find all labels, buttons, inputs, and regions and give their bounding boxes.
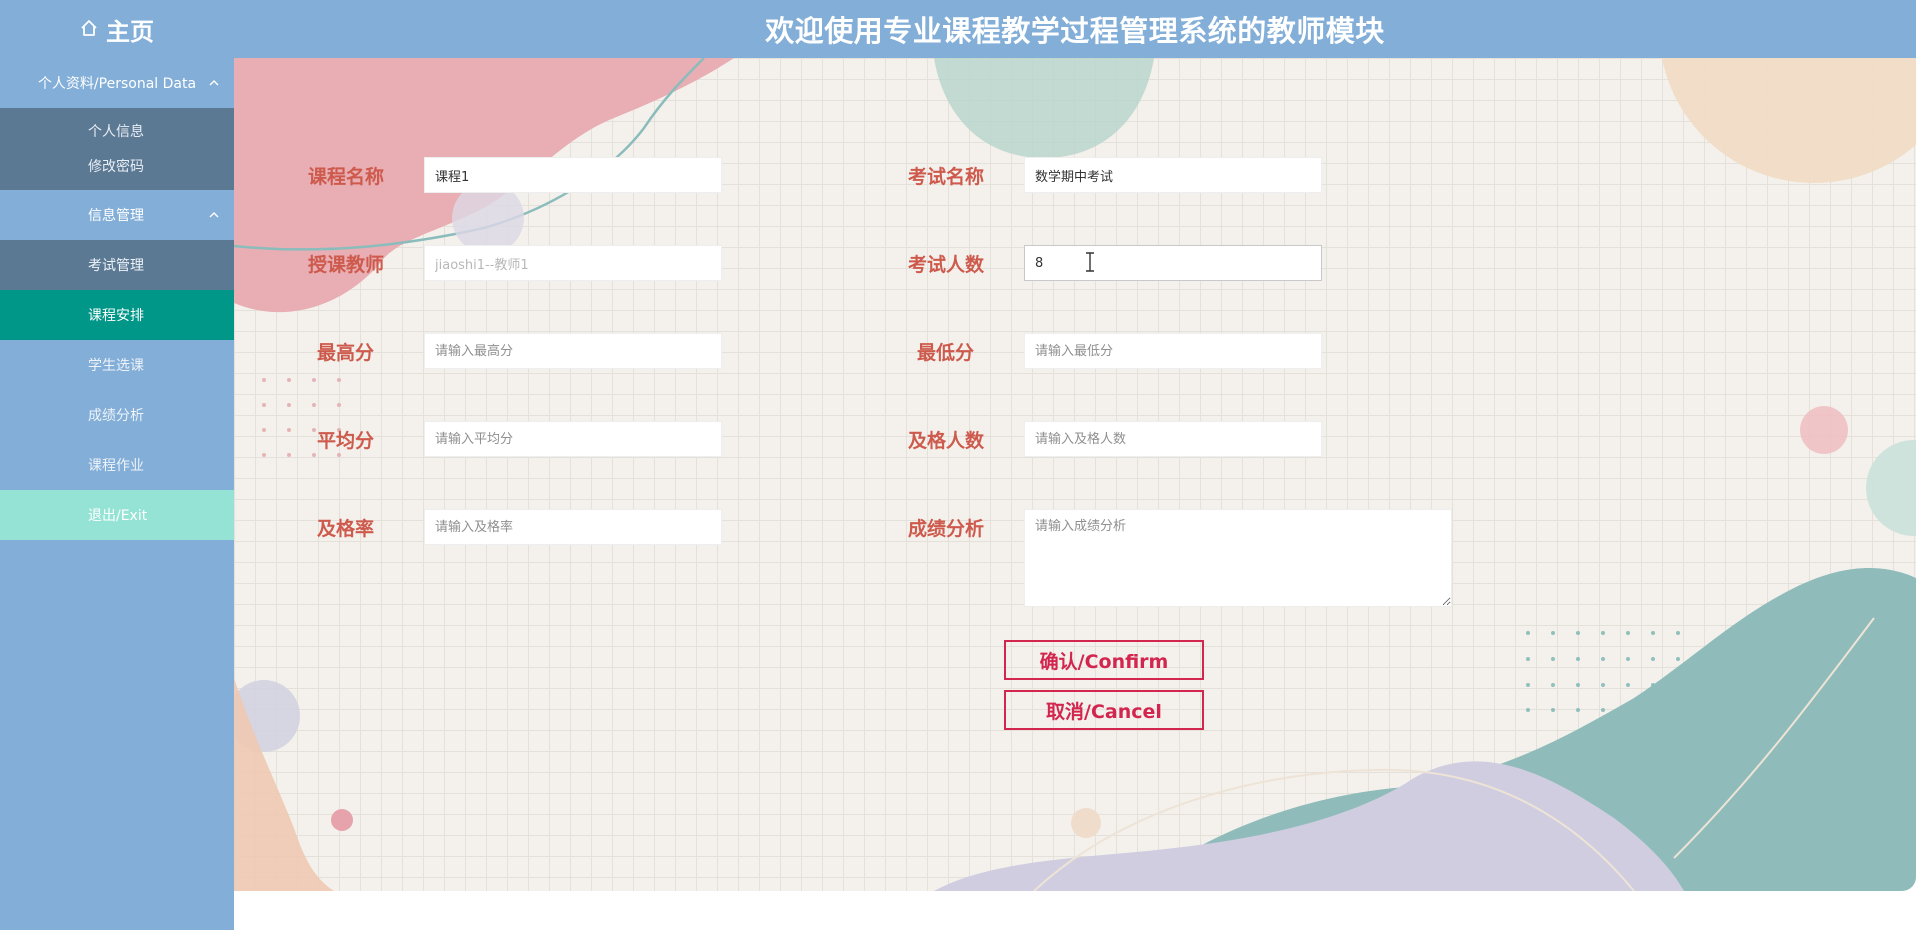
home-label: 主页 [106,17,154,46]
sidebar-item-course-homework[interactable]: 课程作业 [0,440,234,490]
sidebar-item-change-password[interactable]: 修改密码 [0,148,234,190]
pass-rate-input[interactable] [424,509,722,545]
exam-name-input[interactable] [1024,157,1322,193]
top-header: 主页 欢迎使用专业课程教学过程管理系统的教师模块 [0,0,1916,58]
chevron-up-icon [209,80,219,86]
course-name-label: 课程名称 [307,165,384,188]
sidebar-item-label: 修改密码 [88,159,144,175]
course-name-input[interactable] [424,157,722,193]
sidebar-item-label: 学生选课 [88,358,144,374]
analysis-textarea[interactable] [1024,509,1452,607]
min-score-label: 最低分 [916,341,974,364]
sidebar: 个人资料/Personal Data 个人信息 修改密码 信息管理 考试管理 课… [0,58,234,930]
sidebar-item-score-analysis[interactable]: 成绩分析 [0,390,234,440]
avg-score-input[interactable] [424,421,722,457]
sidebar-group-label: 信息管理 [88,208,144,224]
exam-count-input[interactable] [1024,245,1322,281]
sidebar-item-profile[interactable]: 个人信息 [0,108,234,148]
sidebar-item-label: 考试管理 [88,258,144,274]
pass-count-input[interactable] [1024,421,1322,457]
analysis-label: 成绩分析 [907,517,984,540]
max-score-input[interactable] [424,333,722,369]
sidebar-item-label: 个人信息 [88,124,144,140]
cancel-button[interactable]: 取消/Cancel [1004,690,1204,730]
page-title: 欢迎使用专业课程教学过程管理系统的教师模块 [765,14,1385,48]
sidebar-submenu-personal: 个人信息 修改密码 [0,108,234,190]
teacher-label: 授课教师 [307,253,384,276]
sidebar-item-course-selection[interactable]: 学生选课 [0,340,234,390]
sidebar-item-label: 退出/Exit [88,508,148,524]
pass-rate-label: 及格率 [316,517,374,540]
home-icon [80,19,100,39]
exam-form: 课程名称 考试名称 授课教师 考试人数 最高分 最低分 平均分 及格人数 及格率… [234,58,1916,891]
pass-count-label: 及格人数 [907,429,984,452]
text-cursor-icon [1086,252,1094,272]
sidebar-item-label: 成绩分析 [88,408,144,424]
chevron-up-icon [209,212,219,218]
home-link[interactable]: 主页 [0,0,234,58]
sidebar-item-label: 课程作业 [88,458,144,474]
avg-score-label: 平均分 [316,429,374,452]
confirm-button[interactable]: 确认/Confirm [1004,640,1204,680]
exam-count-label: 考试人数 [907,253,984,276]
sidebar-group-info-management[interactable]: 信息管理 [0,190,234,240]
sidebar-item-exit[interactable]: 退出/Exit [0,490,234,540]
sidebar-item-label: 课程安排 [88,308,144,324]
sidebar-group-personal-data[interactable]: 个人资料/Personal Data [0,58,234,108]
sidebar-item-course-schedule[interactable]: 课程安排 [0,290,234,340]
sidebar-item-exam-management[interactable]: 考试管理 [0,240,234,290]
exam-name-label: 考试名称 [907,165,984,188]
sidebar-group-label: 个人资料/Personal Data [37,76,197,92]
max-score-label: 最高分 [316,341,374,364]
main-content: 课程名称 考试名称 授课教师 考试人数 最高分 最低分 平均分 及格人数 及格率… [234,58,1916,891]
teacher-input[interactable] [424,245,722,281]
min-score-input[interactable] [1024,333,1322,369]
